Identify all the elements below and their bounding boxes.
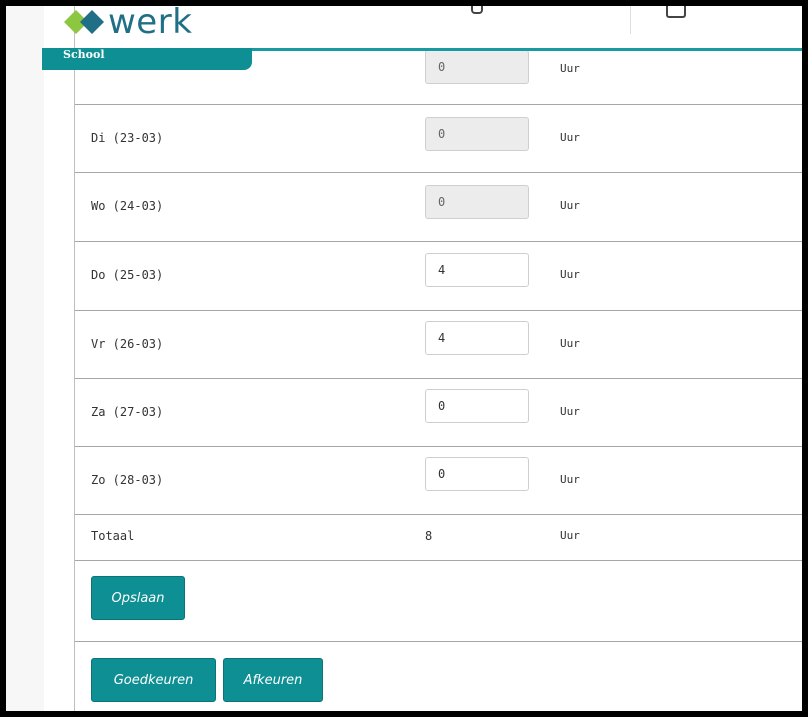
unit-label: Uur [560, 529, 580, 542]
day-row: Za (27-03) 0 Uur [75, 379, 802, 447]
unit-label: Uur [560, 62, 580, 75]
unit-label: Uur [560, 473, 580, 486]
unit-label: Uur [560, 405, 580, 418]
hours-form: 0 Uur Di (23-03) 0 Uur Wo (24-03) 0 Uur … [74, 6, 802, 711]
header-divider [630, 6, 631, 34]
decision-row: Goedkeuren Afkeuren [75, 642, 802, 711]
approve-button[interactable]: Goedkeuren [91, 658, 216, 702]
day-label: Vr (26-03) [91, 337, 164, 351]
total-value: 8 [425, 529, 433, 543]
day-label: Za (27-03) [91, 405, 164, 419]
hours-input[interactable]: 4 [425, 253, 529, 287]
hours-input[interactable]: 0 [425, 457, 529, 491]
day-row: Zo (28-03) 0 Uur [75, 447, 802, 515]
brand-logo[interactable]: werk [62, 6, 192, 52]
left-gutter [6, 6, 44, 711]
day-row: Do (25-03) 4 Uur [75, 242, 802, 311]
unit-label: Uur [560, 337, 580, 350]
total-row: Totaal 8 Uur [75, 515, 802, 561]
logo-diamond-icon [64, 10, 104, 34]
hours-input[interactable]: 0 [425, 50, 529, 84]
day-label: Wo (24-03) [91, 199, 164, 213]
header-icon[interactable] [471, 6, 483, 14]
total-label: Totaal [91, 529, 135, 543]
unit-label: Uur [560, 131, 580, 144]
section-tab-school[interactable]: School [42, 48, 252, 70]
save-row: Opslaan [75, 561, 802, 642]
day-label: Di (23-03) [91, 131, 164, 145]
hours-input[interactable]: 4 [425, 321, 529, 355]
day-row: Vr (26-03) 4 Uur [75, 311, 802, 379]
save-button[interactable]: Opslaan [91, 576, 185, 620]
reject-button[interactable]: Afkeuren [223, 658, 323, 702]
day-row: Wo (24-03) 0 Uur [75, 173, 802, 242]
unit-label: Uur [560, 199, 580, 212]
day-label: Zo (28-03) [91, 473, 164, 487]
day-label: Do (25-03) [91, 268, 164, 282]
day-row: Di (23-03) 0 Uur [75, 105, 802, 173]
hours-input[interactable]: 0 [425, 389, 529, 423]
header-icon[interactable] [666, 6, 686, 18]
logo-text: werk [108, 6, 193, 42]
hours-input[interactable]: 0 [425, 185, 529, 219]
hours-input[interactable]: 0 [425, 117, 529, 151]
app-frame: 0 Uur Di (23-03) 0 Uur Wo (24-03) 0 Uur … [6, 6, 802, 711]
unit-label: Uur [560, 268, 580, 281]
